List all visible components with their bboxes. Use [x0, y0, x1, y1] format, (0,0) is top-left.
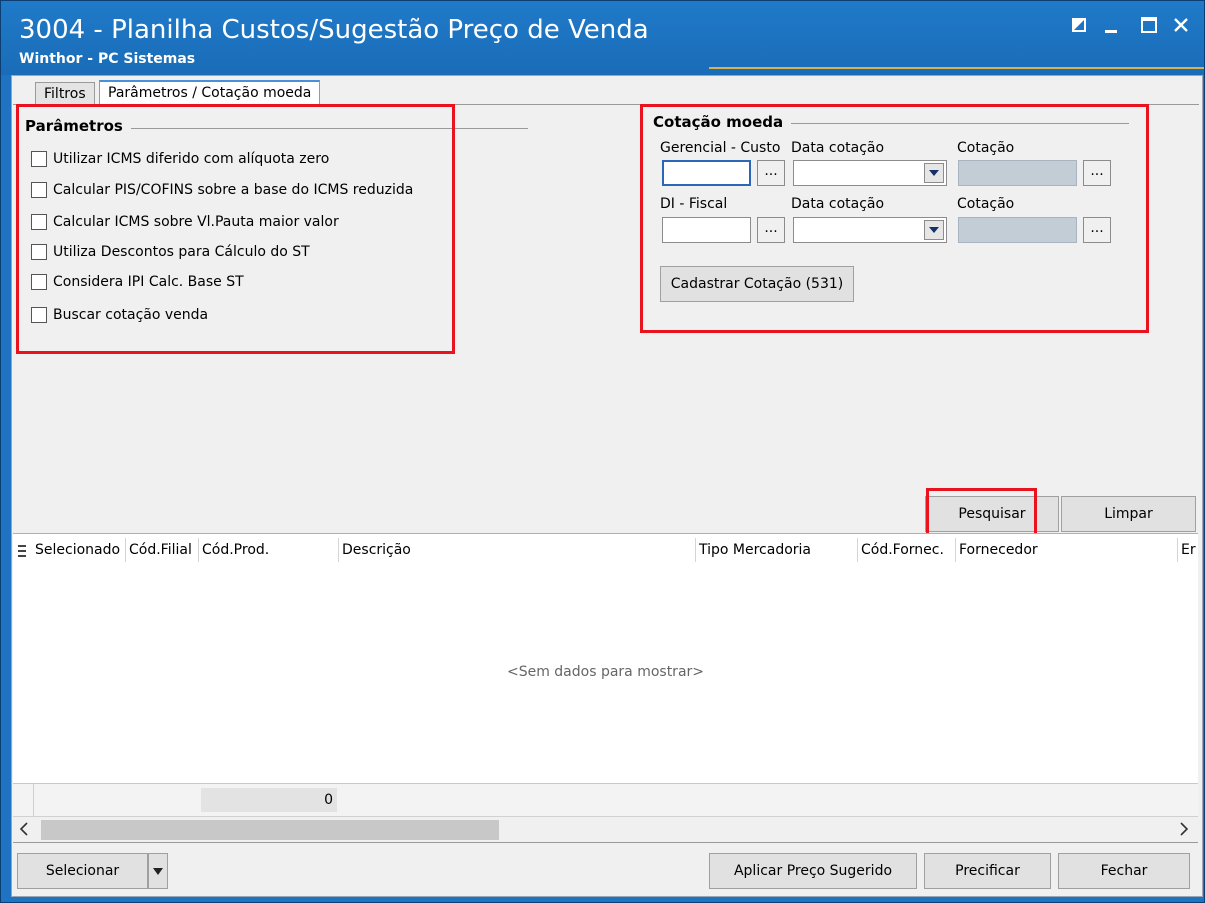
tab-parametros[interactable]: Parâmetros / Cotação moeda — [99, 80, 321, 106]
column-separator — [695, 538, 696, 562]
summary-separator — [33, 784, 34, 816]
highlight-parametros — [16, 104, 455, 354]
window-subtitle: Winthor - PC Sistemas — [19, 51, 196, 67]
selecionar-dropdown-button[interactable] — [148, 853, 168, 889]
maximize-icon[interactable] — [1135, 11, 1163, 39]
column-header-selecionado[interactable]: Selecionado — [35, 542, 120, 558]
selecionar-button[interactable]: Selecionar — [17, 853, 148, 889]
app-window: 3004 - Planilha Custos/Sugestão Preço de… — [0, 0, 1205, 903]
footer-divider — [13, 842, 1198, 843]
scroll-left-icon[interactable] — [19, 822, 29, 840]
restore-icon[interactable] — [1065, 11, 1093, 39]
close-icon[interactable] — [1167, 11, 1195, 39]
title-bar[interactable]: 3004 - Planilha Custos/Sugestão Preço de… — [1, 1, 1204, 75]
column-separator — [198, 538, 199, 562]
column-separator — [955, 538, 956, 562]
limpar-button[interactable]: Limpar — [1061, 496, 1196, 532]
precificar-button[interactable]: Precificar — [924, 853, 1051, 889]
fechar-button[interactable]: Fechar — [1058, 853, 1190, 889]
tab-parametros-label: Parâmetros / Cotação moeda — [108, 85, 312, 101]
highlight-cotacao — [640, 104, 1149, 333]
column-header-fornecedor[interactable]: Fornecedor — [959, 542, 1038, 558]
column-header-cod-prod[interactable]: Cód.Prod. — [202, 542, 269, 558]
aplicar-preco-button[interactable]: Aplicar Preço Sugerido — [709, 853, 917, 889]
tab-filtros[interactable]: Filtros — [35, 82, 95, 105]
column-separator — [125, 538, 126, 562]
column-chooser-icon[interactable] — [18, 545, 26, 557]
title-accent-line — [709, 67, 1204, 69]
column-separator — [1177, 538, 1178, 562]
summary-count: 0 — [201, 788, 337, 812]
column-separator — [857, 538, 858, 562]
chevron-down-icon — [153, 868, 163, 875]
results-grid[interactable]: Selecionado Cód.Filial Cód.Prod. Descriç… — [13, 533, 1198, 784]
horizontal-scrollbar[interactable] — [13, 816, 1198, 843]
column-separator — [338, 538, 339, 562]
column-header-cod-filial[interactable]: Cód.Filial — [129, 542, 192, 558]
column-header-tipo-mercadoria[interactable]: Tipo Mercadoria — [699, 542, 811, 558]
scroll-right-icon[interactable] — [1179, 822, 1189, 840]
grid-summary-row: 0 — [13, 783, 1198, 816]
minimize-icon[interactable] — [1097, 11, 1125, 39]
tab-filtros-label: Filtros — [44, 86, 86, 102]
column-header-er[interactable]: Er — [1181, 542, 1196, 558]
column-header-cod-fornec[interactable]: Cód.Fornec. — [861, 542, 944, 558]
column-header-descricao[interactable]: Descrição — [342, 542, 411, 558]
window-title: 3004 - Planilha Custos/Sugestão Preço de… — [19, 15, 649, 45]
scrollbar-thumb[interactable] — [41, 820, 499, 840]
empty-grid-message: <Sem dados para mostrar> — [506, 664, 705, 680]
